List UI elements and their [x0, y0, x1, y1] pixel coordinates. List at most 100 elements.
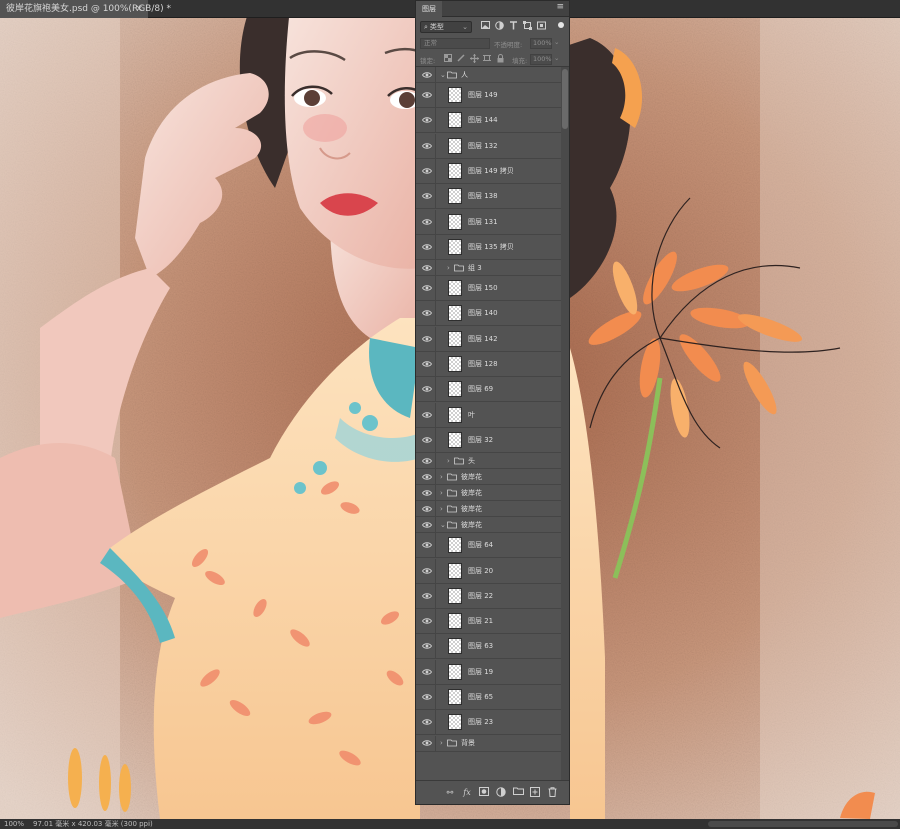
- visibility-toggle[interactable]: [416, 427, 436, 452]
- lock-all-icon[interactable]: [495, 54, 505, 64]
- delete-layer-icon[interactable]: [546, 787, 558, 799]
- visibility-toggle[interactable]: [416, 108, 436, 133]
- blend-mode-select[interactable]: 正常: [420, 38, 490, 49]
- layer-group-row[interactable]: › 彼岸花: [416, 469, 562, 486]
- layer-row[interactable]: 图层 65: [416, 685, 562, 710]
- layer-row[interactable]: 图层 32: [416, 427, 562, 453]
- visibility-toggle[interactable]: [416, 659, 436, 684]
- canvas-horizontal-scrollbar[interactable]: [708, 821, 898, 827]
- layer-row[interactable]: 图层 144: [416, 108, 562, 134]
- layer-row[interactable]: 图层 23: [416, 710, 562, 736]
- visibility-toggle[interactable]: [416, 609, 436, 634]
- layer-row[interactable]: 图层 64: [416, 533, 562, 559]
- filter-kind-select[interactable]: ⌕ 类型 ⌄: [420, 21, 472, 33]
- layer-group-row[interactable]: ⌄ 人: [416, 67, 562, 83]
- layer-row[interactable]: 图层 63: [416, 634, 562, 660]
- visibility-toggle[interactable]: [416, 710, 436, 735]
- lock-transparency-icon[interactable]: [443, 54, 453, 64]
- layer-row[interactable]: 图层 142: [416, 326, 562, 352]
- layer-row[interactable]: 图层 135 拷贝: [416, 234, 562, 260]
- layer-row[interactable]: 图层 69: [416, 377, 562, 403]
- visibility-toggle[interactable]: [416, 67, 436, 82]
- chevron-right-icon[interactable]: ›: [440, 739, 443, 747]
- visibility-toggle[interactable]: [416, 685, 436, 709]
- layer-group-row[interactable]: › 彼岸花: [416, 501, 562, 518]
- visibility-toggle[interactable]: [416, 583, 436, 608]
- layer-row[interactable]: 图层 22: [416, 583, 562, 609]
- scrollbar-thumb[interactable]: [562, 69, 568, 129]
- layers-tab[interactable]: 图层: [416, 1, 442, 17]
- chevron-right-icon[interactable]: ›: [440, 489, 443, 497]
- chevron-right-icon[interactable]: ›: [447, 264, 450, 272]
- visibility-toggle[interactable]: [416, 184, 436, 209]
- chevron-right-icon[interactable]: ›: [440, 505, 443, 513]
- link-layers-icon[interactable]: ⚯: [444, 787, 456, 799]
- visibility-toggle[interactable]: [416, 377, 436, 402]
- visibility-toggle[interactable]: [416, 209, 436, 234]
- visibility-toggle[interactable]: [416, 352, 436, 376]
- visibility-toggle[interactable]: [416, 276, 436, 301]
- lock-pixels-icon[interactable]: [456, 54, 466, 64]
- opacity-field[interactable]: 100%: [530, 38, 552, 49]
- visibility-toggle[interactable]: [416, 301, 436, 326]
- visibility-toggle[interactable]: [416, 501, 436, 517]
- visibility-toggle[interactable]: [416, 234, 436, 259]
- layer-row[interactable]: 叶: [416, 402, 562, 428]
- fill-arrow-icon[interactable]: ⌄: [554, 54, 559, 62]
- visibility-toggle[interactable]: [416, 517, 436, 533]
- layer-row[interactable]: 图层 149: [416, 83, 562, 108]
- layer-style-icon[interactable]: fx: [461, 787, 473, 799]
- visibility-toggle[interactable]: [416, 485, 436, 501]
- image-filter-icon[interactable]: [480, 21, 491, 32]
- visibility-toggle[interactable]: [416, 402, 436, 427]
- add-mask-icon[interactable]: [478, 787, 490, 799]
- panel-menu-icon[interactable]: ≡: [556, 2, 564, 12]
- layer-row[interactable]: 图层 132: [416, 133, 562, 159]
- visibility-toggle[interactable]: [416, 158, 436, 183]
- layer-group-row[interactable]: ⌄ 彼岸花: [416, 517, 562, 534]
- layer-group-row[interactable]: › 背景: [416, 735, 562, 752]
- visibility-toggle[interactable]: [416, 133, 436, 158]
- chevron-right-icon[interactable]: ›: [440, 473, 443, 481]
- layer-row[interactable]: 图层 19: [416, 659, 562, 685]
- layer-group-row[interactable]: › 彼岸花: [416, 485, 562, 502]
- visibility-toggle[interactable]: [416, 558, 436, 583]
- visibility-toggle[interactable]: [416, 469, 436, 485]
- adjustment-layer-icon[interactable]: [495, 787, 507, 799]
- layer-row[interactable]: 图层 128: [416, 352, 562, 377]
- visibility-toggle[interactable]: [416, 83, 436, 107]
- layer-group-row[interactable]: › 组 3: [416, 260, 562, 277]
- smart-object-filter-icon[interactable]: [536, 21, 547, 32]
- visibility-toggle[interactable]: [416, 260, 436, 276]
- layer-row[interactable]: 图层 150: [416, 276, 562, 302]
- lock-artboard-icon[interactable]: [482, 54, 492, 64]
- layer-group-row[interactable]: › 头: [416, 453, 562, 470]
- visibility-toggle[interactable]: [416, 634, 436, 659]
- visibility-toggle[interactable]: [416, 326, 436, 351]
- layer-row[interactable]: 图层 140: [416, 301, 562, 327]
- chevron-right-icon[interactable]: ›: [447, 457, 450, 465]
- layer-row[interactable]: 图层 21: [416, 609, 562, 635]
- visibility-toggle[interactable]: [416, 453, 436, 469]
- visibility-toggle[interactable]: [416, 735, 436, 751]
- layer-row[interactable]: 图层 20: [416, 558, 562, 584]
- layer-row[interactable]: 图层 149 拷贝: [416, 158, 562, 184]
- opacity-arrow-icon[interactable]: ⌄: [554, 38, 559, 46]
- chevron-down-icon[interactable]: ⌄: [440, 521, 446, 529]
- layer-row[interactable]: 图层 138: [416, 184, 562, 210]
- visibility-toggle[interactable]: [416, 533, 436, 558]
- layers-scrollbar[interactable]: [561, 67, 569, 781]
- adjustment-filter-icon[interactable]: [494, 21, 505, 32]
- layer-row[interactable]: 图层 131: [416, 209, 562, 235]
- lock-position-icon[interactable]: [469, 54, 479, 64]
- text-filter-icon[interactable]: [508, 21, 519, 32]
- new-group-icon[interactable]: [512, 787, 524, 799]
- close-icon[interactable]: ×: [135, 0, 143, 18]
- document-tab[interactable]: 彼岸花旗袍美女.psd @ 100%(RGB/8) * ×: [0, 0, 171, 18]
- new-layer-icon[interactable]: [529, 787, 541, 799]
- status-menu-arrow-icon[interactable]: ‹: [148, 819, 151, 829]
- fill-field[interactable]: 100%: [530, 54, 552, 65]
- zoom-level[interactable]: 100%: [4, 819, 24, 829]
- filter-toggle-icon[interactable]: [558, 22, 564, 28]
- shape-filter-icon[interactable]: [522, 21, 533, 32]
